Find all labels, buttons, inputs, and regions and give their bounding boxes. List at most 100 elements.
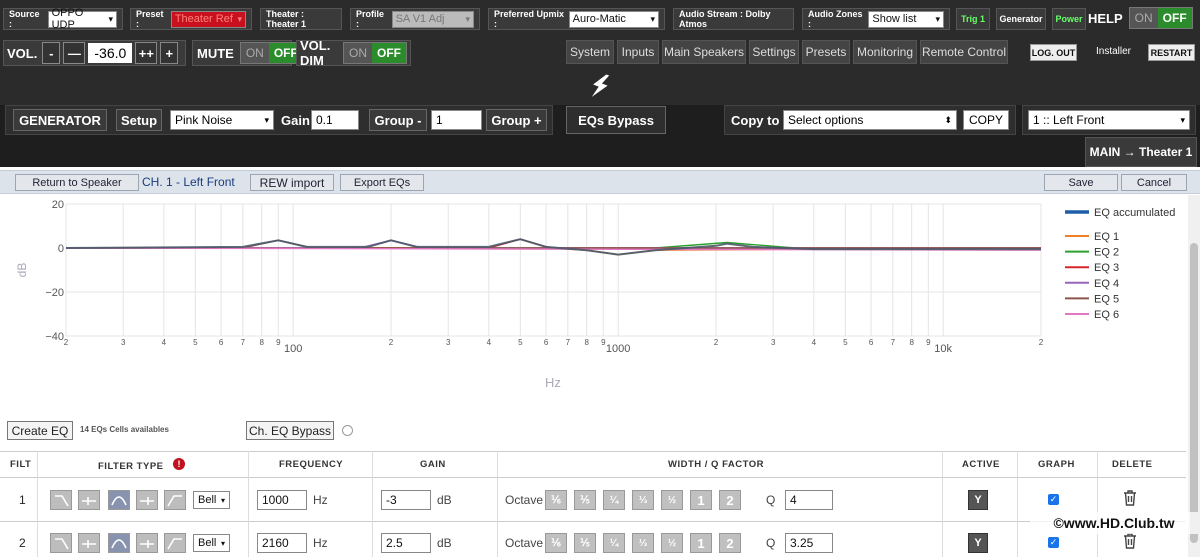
- y-axis-title: dB: [15, 263, 29, 278]
- q-input[interactable]: 4: [785, 490, 833, 510]
- filter-type-select[interactable]: Bell ▾: [193, 534, 230, 552]
- group-input[interactable]: 1: [431, 110, 482, 130]
- gain-input[interactable]: 0.1: [311, 110, 359, 130]
- logout-button[interactable]: LOG. OUT: [1030, 44, 1077, 61]
- info-icon[interactable]: !: [173, 458, 185, 470]
- octave-option-button[interactable]: ⅙: [545, 533, 567, 553]
- bypass-radio[interactable]: [342, 425, 353, 436]
- highpass-filter-button[interactable]: [50, 533, 72, 553]
- help-toggle[interactable]: ON OFF: [1128, 7, 1193, 29]
- octave-option-button[interactable]: 2: [719, 533, 741, 553]
- channel-select[interactable]: 1 :: Left Front ▾: [1028, 110, 1190, 130]
- cancel-button[interactable]: Cancel: [1121, 174, 1187, 191]
- octave-option-button[interactable]: ⅕: [574, 533, 596, 553]
- create-eq-button[interactable]: Create EQ: [7, 421, 73, 440]
- volume-up-button[interactable]: +: [160, 42, 179, 64]
- x-tick-label: 7: [891, 338, 896, 347]
- volume-down-fast-button[interactable]: —: [63, 42, 86, 64]
- col-delete: DELETE: [1112, 459, 1153, 470]
- group-minus-button[interactable]: Group -: [369, 109, 427, 131]
- preset-select[interactable]: Theater Ref ▾: [170, 10, 246, 28]
- tab-inputs[interactable]: Inputs: [617, 40, 659, 64]
- octave-option-button[interactable]: ¼: [603, 533, 625, 553]
- highshelf-filter-button[interactable]: [136, 490, 158, 510]
- trig-button[interactable]: Trig 1: [956, 8, 990, 30]
- legend-label: EQ 1: [1094, 231, 1119, 243]
- rew-import-button[interactable]: REW import: [250, 174, 334, 191]
- octave-option-button[interactable]: ⅕: [574, 490, 596, 510]
- chevron-down-icon: ▾: [237, 13, 242, 24]
- save-button[interactable]: Save: [1044, 174, 1118, 191]
- filter-type-select[interactable]: Bell ▾: [193, 491, 230, 509]
- octave-option-button[interactable]: 1: [690, 490, 712, 510]
- volume-value[interactable]: -36.0: [88, 43, 133, 63]
- octave-option-button[interactable]: ½: [661, 490, 683, 510]
- lowshelf-filter-button[interactable]: [78, 490, 100, 510]
- octave-option-button[interactable]: ⅓: [632, 533, 654, 553]
- trash-icon[interactable]: [1122, 489, 1138, 507]
- tab-presets[interactable]: Presets: [802, 40, 850, 64]
- setup-button[interactable]: Setup: [116, 109, 162, 131]
- return-to-speaker-button[interactable]: Return to Speaker: [15, 174, 139, 191]
- top-bar: Source : OPPO UDP ▾ Preset : Theater Ref ▾…: [0, 0, 1200, 105]
- frequency-input[interactable]: 2160: [257, 533, 307, 553]
- tab-main-speakers[interactable]: Main Speakers: [662, 40, 746, 64]
- export-eqs-button[interactable]: Export EQs: [340, 174, 424, 191]
- restart-button[interactable]: RESTART: [1148, 44, 1195, 61]
- octave-option-button[interactable]: 1: [690, 533, 712, 553]
- y-tick-label: −20: [45, 287, 64, 299]
- octave-option-button[interactable]: 2: [719, 490, 741, 510]
- bell-filter-button[interactable]: [108, 490, 130, 510]
- noise-select[interactable]: Pink Noise ▾: [170, 110, 274, 130]
- x-tick-label: 6: [219, 338, 224, 347]
- tab-remote-control[interactable]: Remote Control: [920, 40, 1008, 64]
- octave-option-button[interactable]: ½: [661, 533, 683, 553]
- eq-bypass-button[interactable]: EQs Bypass: [566, 106, 666, 134]
- scrollbar-track[interactable]: [1188, 195, 1200, 557]
- power-button[interactable]: Power: [1052, 8, 1086, 30]
- generator-button[interactable]: Generator: [996, 8, 1046, 30]
- trash-icon[interactable]: [1122, 532, 1138, 550]
- lowpass-filter-button[interactable]: [164, 533, 186, 553]
- voldim-toggle[interactable]: ON OFF: [343, 42, 407, 64]
- mute-toggle[interactable]: ON OFF: [239, 42, 304, 64]
- generator-mode-button[interactable]: GENERATOR: [13, 109, 107, 131]
- scrollbar-thumb[interactable]: [1190, 243, 1198, 543]
- group-plus-button[interactable]: Group +: [486, 109, 547, 131]
- active-toggle[interactable]: Y: [968, 533, 988, 553]
- x-tick-label: 3: [121, 338, 126, 347]
- lowpass-filter-button[interactable]: [164, 490, 186, 510]
- upmix-select[interactable]: Auro-Matic ▾: [568, 10, 659, 28]
- source-select[interactable]: OPPO UDP ▾: [47, 7, 117, 31]
- highshelf-filter-button[interactable]: [136, 533, 158, 553]
- active-toggle[interactable]: Y: [968, 490, 988, 510]
- tab-settings[interactable]: Settings: [749, 40, 799, 64]
- octave-option-button[interactable]: ¼: [603, 490, 625, 510]
- bell-filter-button[interactable]: [108, 533, 130, 553]
- gain-input[interactable]: -3: [381, 490, 431, 510]
- chevron-down-icon: ▾: [264, 114, 269, 125]
- tab-monitoring[interactable]: Monitoring: [853, 40, 917, 64]
- tab-system[interactable]: System: [566, 40, 614, 64]
- q-input[interactable]: 3.25: [785, 533, 833, 553]
- profile-select[interactable]: SA V1 Adj ▾: [391, 10, 474, 28]
- volume-up-fast-button[interactable]: ++: [135, 42, 158, 64]
- gain-input[interactable]: 2.5: [381, 533, 431, 553]
- x-tick-label: 1000: [606, 343, 630, 355]
- volume-down-button[interactable]: -: [42, 42, 61, 64]
- graph-checkbox[interactable]: ✓: [1048, 537, 1059, 548]
- octave-option-button[interactable]: ⅙: [545, 490, 567, 510]
- highpass-filter-button[interactable]: [50, 490, 72, 510]
- ch-eq-bypass-button[interactable]: Ch. EQ Bypass: [246, 421, 334, 440]
- copy-button[interactable]: COPY: [963, 110, 1009, 130]
- profile-control: Profile : SA V1 Adj ▾: [350, 8, 480, 30]
- frequency-input[interactable]: 1000: [257, 490, 307, 510]
- graph-checkbox[interactable]: ✓: [1048, 494, 1059, 505]
- breadcrumb[interactable]: MAIN → Theater 1: [1085, 137, 1197, 167]
- lowshelf-filter-button[interactable]: [78, 533, 100, 553]
- copy-select[interactable]: Select options ⬍: [783, 110, 957, 130]
- zones-select[interactable]: Show list ▾: [868, 10, 944, 28]
- octave-option-button[interactable]: ⅓: [632, 490, 654, 510]
- x-tick-label: 8: [584, 338, 589, 347]
- legend-label: EQ accumulated: [1094, 207, 1175, 219]
